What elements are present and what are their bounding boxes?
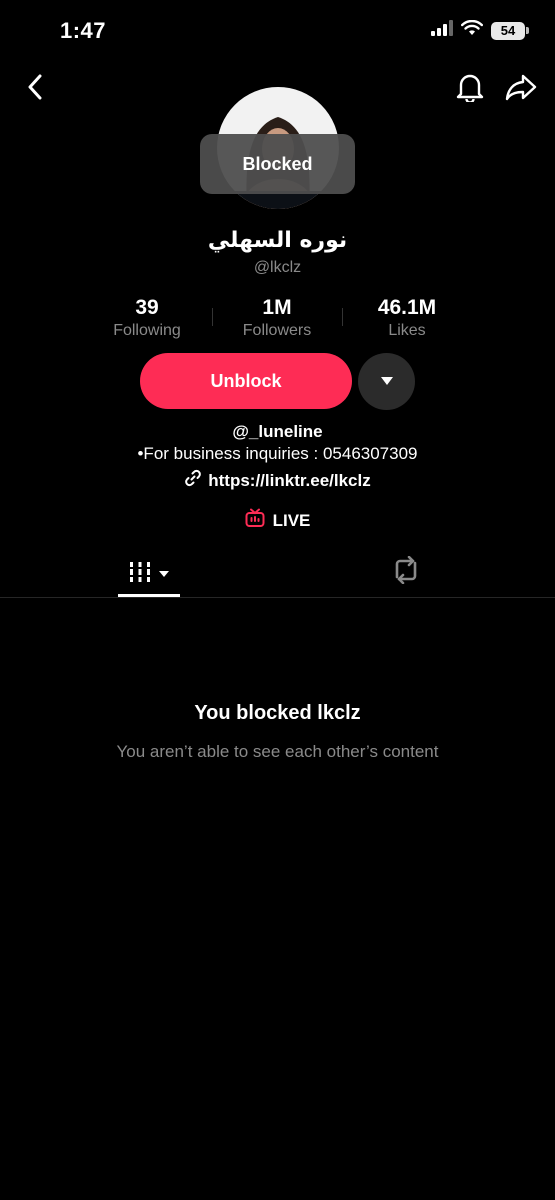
stat-value: 39: [135, 296, 159, 319]
battery-icon: 54: [491, 21, 529, 40]
tab-reposts[interactable]: [384, 552, 428, 592]
stat-label: Following: [113, 322, 181, 339]
empty-state-subtitle: You aren’t able to see each other’s cont…: [116, 742, 439, 761]
repost-icon: [391, 555, 421, 589]
empty-state-title: You blocked lkclz: [194, 702, 361, 724]
wifi-icon: [461, 19, 483, 41]
more-options-button[interactable]: [358, 353, 415, 410]
back-button[interactable]: [20, 74, 50, 104]
notifications-button[interactable]: [454, 72, 486, 106]
tab-videos[interactable]: [118, 552, 180, 596]
share-button[interactable]: [504, 72, 538, 106]
chevron-down-icon: [380, 373, 394, 391]
stat-label: Likes: [388, 322, 426, 339]
bio-link-text: https://linktr.ee/lkclz: [208, 470, 371, 490]
chevron-down-icon: [158, 565, 170, 583]
grid-icon: [128, 561, 152, 588]
display-name: نوره السهلي: [207, 228, 348, 253]
stat-followers[interactable]: 1M Followers: [217, 296, 337, 340]
signal-icon: [431, 20, 453, 41]
bio-mention[interactable]: @_luneline: [0, 422, 555, 442]
live-icon: [245, 508, 265, 533]
bio-text: •For business inquiries : 0546307309: [137, 444, 418, 463]
stat-divider: [342, 308, 343, 326]
back-icon: [27, 74, 43, 105]
stat-label: Followers: [242, 322, 312, 339]
live-button[interactable]: LIVE: [0, 508, 555, 533]
status-indicators: 54: [431, 19, 529, 41]
status-time: 1:47: [60, 18, 107, 43]
username: @lkclz: [253, 259, 302, 276]
share-icon: [505, 73, 537, 106]
unblock-button[interactable]: Unblock: [140, 353, 352, 409]
bell-icon: [456, 72, 484, 107]
tabs-divider: [0, 597, 555, 598]
stat-likes[interactable]: 46.1M Likes: [347, 296, 467, 340]
blocked-toast: Blocked: [200, 134, 355, 194]
stat-divider: [212, 308, 213, 326]
link-icon: [184, 469, 202, 492]
live-label: LIVE: [272, 510, 311, 530]
stat-value: 1M: [262, 296, 292, 319]
stat-value: 46.1M: [377, 296, 437, 319]
battery-level: 54: [491, 21, 525, 40]
stat-following[interactable]: 39 Following: [87, 296, 207, 340]
bio-link[interactable]: https://linktr.ee/lkclz: [0, 469, 555, 492]
